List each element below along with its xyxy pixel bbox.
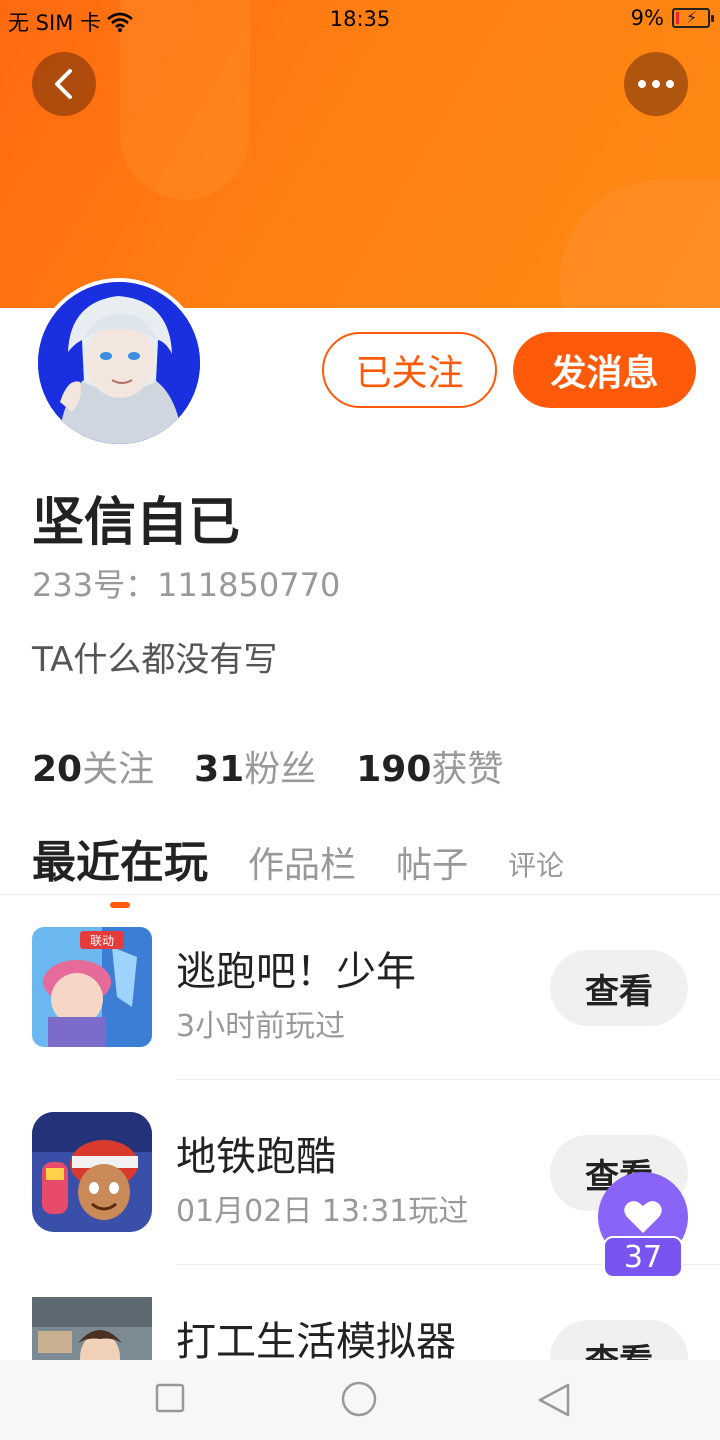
tab-comments[interactable]: 评论	[508, 844, 564, 890]
stats-bar: 20关注 31粉丝 190获赞	[32, 740, 503, 792]
tab-recent-played[interactable]: 最近在玩	[32, 826, 208, 908]
username: 坚信自已	[32, 493, 241, 553]
recent-games-list: 联动 逃跑吧！少年 3小时前玩过 查看 地铁跑酷 01月02日 13:31玩过	[0, 895, 720, 1360]
tab-posts[interactable]: 帖子	[396, 836, 468, 890]
like-count: 37	[603, 1236, 683, 1278]
view-button[interactable]: 查看	[550, 1320, 688, 1360]
stat-following-count: 20	[32, 749, 83, 790]
game-thumbnail	[32, 1297, 152, 1360]
game-thumbnail	[32, 1112, 152, 1232]
avatar-image	[38, 282, 200, 444]
user-id: 233号：111850770	[32, 566, 341, 604]
game-title: 打工生活模拟器	[176, 1319, 456, 1360]
profile-cover	[0, 0, 720, 308]
back-button[interactable]	[32, 52, 96, 116]
game-badge: 联动	[90, 934, 114, 948]
stat-following[interactable]: 20关注	[32, 740, 154, 792]
game-played-time: 3小时前玩过	[176, 1009, 346, 1044]
stat-following-label: 关注	[82, 749, 155, 790]
more-button[interactable]	[624, 52, 688, 116]
square-icon[interactable]	[154, 1382, 186, 1414]
system-nav-bar	[0, 1360, 720, 1440]
game-title: 地铁跑酷	[176, 1134, 336, 1180]
list-item[interactable]: 联动 逃跑吧！少年 3小时前玩过 查看	[0, 895, 720, 1080]
heart-icon	[624, 1201, 662, 1233]
list-item[interactable]: 打工生活模拟器 查看	[0, 1265, 720, 1360]
stat-fans-label: 粉丝	[244, 749, 317, 790]
chevron-left-icon	[55, 69, 72, 99]
stat-likes[interactable]: 190获赞	[356, 740, 503, 792]
view-button[interactable]: 查看	[550, 950, 688, 1026]
more-dots-icon	[638, 80, 674, 88]
clock: 18:35	[329, 7, 391, 31]
battery-icon: ⚡	[672, 8, 714, 28]
tab-works[interactable]: 作品栏	[248, 836, 356, 890]
game-played-time: 01月02日 13:31玩过	[176, 1194, 469, 1229]
battery-percent: 9%	[630, 6, 664, 30]
status-bar: 无 SIM 卡 18:35 9% ⚡	[0, 0, 720, 40]
stat-fans-count: 31	[194, 749, 245, 790]
stat-likes-label: 获赞	[431, 749, 504, 790]
stat-fans[interactable]: 31粉丝	[194, 740, 316, 792]
followed-button[interactable]: 已关注	[322, 332, 497, 408]
send-message-button[interactable]: 发消息	[513, 332, 696, 408]
avatar[interactable]	[34, 278, 204, 448]
game-title: 逃跑吧！少年	[176, 949, 416, 995]
triangle-back-icon[interactable]	[536, 1382, 572, 1418]
stat-likes-count: 190	[356, 749, 432, 790]
circle-icon[interactable]	[340, 1380, 378, 1418]
profile-tabs: 最近在玩 作品栏 帖子 评论	[32, 826, 604, 908]
game-thumbnail: 联动	[32, 927, 152, 1047]
bio: TA什么都没有写	[32, 640, 278, 680]
